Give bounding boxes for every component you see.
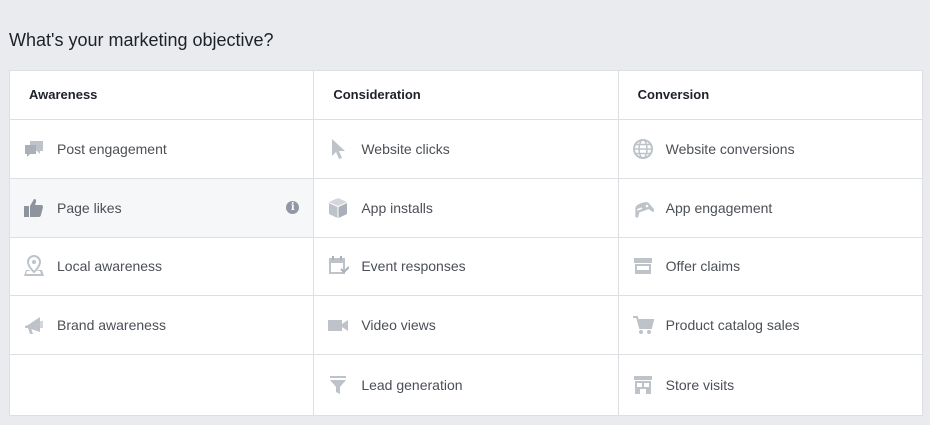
shopping-cart-icon — [632, 314, 654, 336]
objective-brand-awareness[interactable]: Brand awareness — [10, 296, 314, 356]
column-conversion: Conversion Website conversions App engag… — [618, 71, 922, 415]
objective-event-responses[interactable]: Event responses — [314, 238, 618, 297]
objective-label: Post engagement — [57, 140, 167, 157]
objective-offer-claims[interactable]: Offer claims — [618, 238, 922, 297]
objective-app-installs[interactable]: App installs — [314, 179, 618, 238]
speech-bubbles-icon — [23, 138, 45, 160]
objective-label: Brand awareness — [57, 317, 166, 334]
gamepad-icon — [632, 197, 654, 219]
cube-icon — [327, 197, 349, 219]
objective-video-views[interactable]: Video views — [314, 296, 618, 356]
column-header-consideration: Consideration — [314, 71, 618, 120]
objective-label: Store visits — [665, 377, 735, 394]
column-header-conversion: Conversion — [618, 71, 922, 120]
objective-post-engagement[interactable]: Post engagement — [10, 120, 314, 179]
objective-label: Event responses — [361, 258, 466, 275]
objective-website-conversions[interactable]: Website conversions — [618, 120, 922, 179]
map-pin-icon — [23, 255, 45, 277]
objective-website-clicks[interactable]: Website clicks — [314, 120, 618, 179]
storefront-icon — [632, 255, 654, 277]
calendar-icon — [327, 255, 350, 277]
objective-local-awareness[interactable]: Local awareness — [10, 238, 314, 297]
objective-page-likes[interactable]: Page likes i — [10, 178, 314, 238]
info-icon[interactable]: i — [286, 200, 300, 214]
cursor-icon — [327, 138, 349, 160]
objective-label: Video views — [361, 317, 436, 334]
objective-label: Lead generation — [361, 377, 463, 394]
objective-app-engagement[interactable]: App engagement — [618, 179, 922, 238]
column-awareness: Awareness Post engagement Page likes i L… — [10, 71, 315, 415]
store-icon — [632, 374, 654, 396]
objective-label: Website clicks — [361, 140, 450, 157]
globe-icon — [632, 138, 654, 160]
empty-cell — [10, 355, 313, 415]
objective-store-visits[interactable]: Store visits — [619, 355, 922, 415]
objective-label: Offer claims — [665, 258, 741, 275]
objective-label: App installs — [361, 199, 433, 216]
objective-label: App engagement — [665, 199, 773, 216]
objective-label: Website conversions — [665, 140, 795, 157]
video-camera-icon — [327, 314, 349, 336]
column-consideration: Consideration Website clicks App install… — [314, 71, 619, 415]
objective-lead-generation[interactable]: Lead generation — [314, 355, 617, 415]
objective-product-catalog-sales[interactable]: Product catalog sales — [618, 296, 922, 356]
objective-grid: Awareness Post engagement Page likes i L… — [9, 70, 923, 416]
funnel-icon — [327, 374, 349, 396]
objective-label: Product catalog sales — [665, 317, 800, 334]
thumbs-up-icon — [23, 197, 45, 219]
objective-label: Page likes — [57, 199, 122, 216]
megaphone-icon — [23, 314, 45, 336]
column-header-awareness: Awareness — [10, 71, 314, 120]
objective-label: Local awareness — [57, 258, 163, 275]
page-title: What's your marketing objective? — [9, 30, 274, 50]
